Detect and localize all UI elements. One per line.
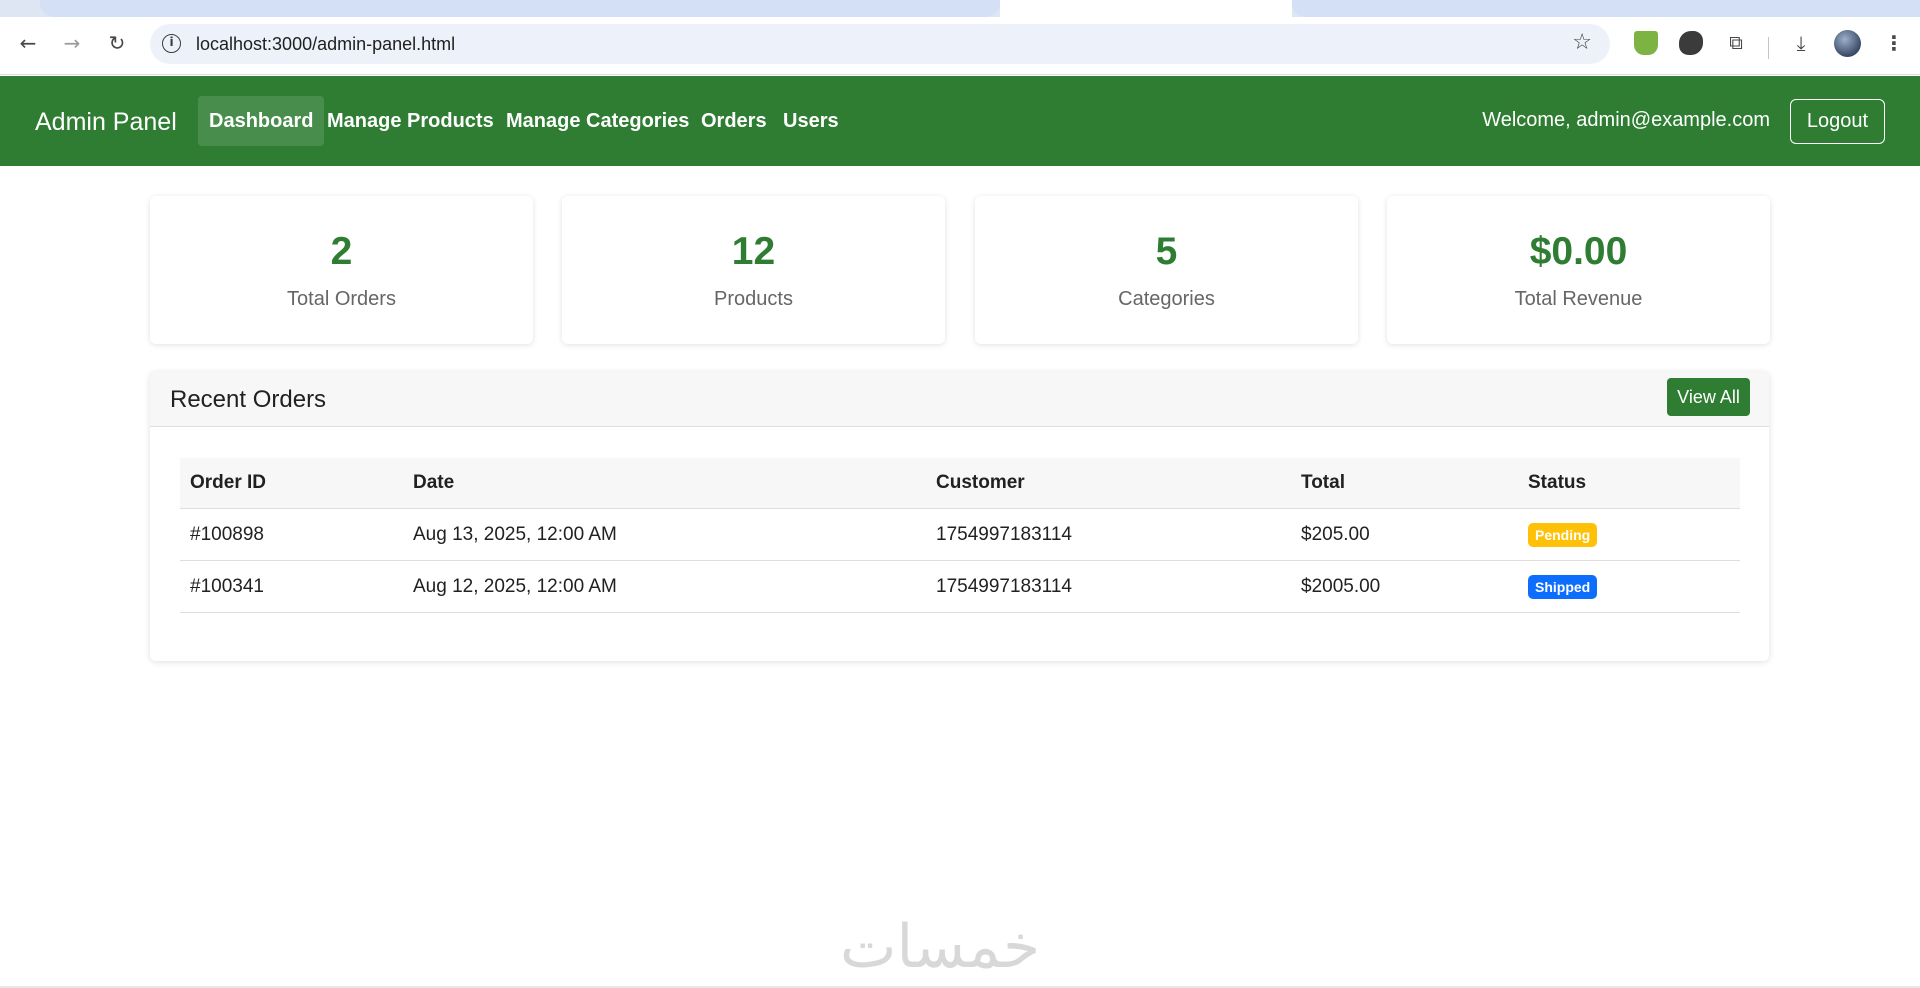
extension-icon[interactable]: [1634, 31, 1658, 55]
address-url[interactable]: localhost:3000/admin-panel.html: [196, 34, 455, 55]
watermark-logo: خمسات: [840, 912, 1041, 982]
column-header-date: Date: [413, 472, 455, 493]
view-all-button[interactable]: View All: [1667, 378, 1750, 416]
site-info-icon[interactable]: i: [162, 34, 181, 53]
stat-label: Products: [714, 288, 793, 310]
total-cell: $205.00: [1301, 523, 1370, 545]
logout-button[interactable]: Logout: [1790, 99, 1885, 144]
column-header-total: Total: [1301, 472, 1345, 493]
table-row[interactable]: #100898 Aug 13, 2025, 12:00 AM 175499718…: [180, 509, 1740, 561]
table-row[interactable]: #100341 Aug 12, 2025, 12:00 AM 175499718…: [180, 561, 1740, 613]
date-cell: Aug 13, 2025, 12:00 AM: [413, 523, 617, 545]
stat-value: $0.00: [1529, 230, 1628, 273]
column-header-status: Status: [1528, 472, 1587, 493]
panel-header: Recent Orders View All: [150, 372, 1769, 427]
status-cell: Pending: [1528, 509, 1598, 560]
browser-toolbar: ← → ↻ i localhost:3000/admin-panel.html …: [0, 17, 1920, 75]
stat-value: 2: [330, 230, 353, 273]
browser-tab[interactable]: [1292, 0, 1920, 17]
stat-card-categories: 5 Categories: [975, 196, 1358, 344]
total-cell: $2005.00: [1301, 575, 1381, 597]
toolbar-divider: [1768, 37, 1769, 59]
customer-cell: 1754997183114: [936, 575, 1072, 597]
brand-title[interactable]: Admin Panel: [35, 108, 177, 137]
stat-label: Total Orders: [287, 288, 396, 310]
panel-title: Recent Orders: [170, 386, 327, 413]
status-cell: Shipped: [1528, 561, 1598, 612]
orders-table: Order ID Date Customer Total Status #100…: [180, 458, 1740, 613]
browser-tab[interactable]: [40, 0, 1000, 17]
recent-orders-panel: Recent Orders View All Order ID Date Cus…: [150, 372, 1769, 661]
customer-cell: 1754997183114: [936, 523, 1072, 545]
stat-value: 12: [731, 230, 776, 273]
table-header-row: Order ID Date Customer Total Status: [180, 458, 1740, 509]
date-cell: Aug 12, 2025, 12:00 AM: [413, 575, 617, 597]
stat-value: 5: [1155, 230, 1178, 273]
order-id-cell: #100341: [190, 575, 264, 597]
menu-kebab-icon[interactable]: ⋮: [1880, 29, 1908, 57]
extensions-puzzle-icon[interactable]: ⧉: [1722, 29, 1750, 57]
extension-icon[interactable]: [1679, 31, 1703, 55]
nav-dashboard[interactable]: Dashboard: [198, 96, 325, 146]
stat-card-total-revenue: $0.00 Total Revenue: [1387, 196, 1770, 344]
status-badge: Pending: [1528, 522, 1598, 547]
forward-icon[interactable]: →: [58, 29, 86, 57]
reload-icon[interactable]: ↻: [103, 29, 131, 57]
nav-orders[interactable]: Orders: [690, 96, 778, 146]
download-icon[interactable]: ⤓: [1787, 29, 1815, 57]
stat-label: Categories: [1118, 288, 1215, 310]
bookmark-star-icon[interactable]: ☆: [1572, 30, 1592, 55]
order-id-cell: #100898: [190, 523, 264, 545]
nav-manage-categories[interactable]: Manage Categories: [495, 96, 700, 146]
browser-tab-active[interactable]: [1000, 0, 1292, 17]
admin-navbar: Admin Panel Dashboard Manage Products Ma…: [0, 76, 1920, 166]
nav-manage-products[interactable]: Manage Products: [316, 96, 505, 146]
welcome-text: Welcome, admin@example.com: [1482, 109, 1770, 131]
nav-users[interactable]: Users: [772, 96, 850, 146]
profile-avatar[interactable]: [1834, 30, 1861, 57]
column-header-customer: Customer: [936, 472, 1025, 493]
address-bar[interactable]: i localhost:3000/admin-panel.html ☆: [150, 24, 1610, 64]
stat-card-products: 12 Products: [562, 196, 945, 344]
column-header-order-id: Order ID: [190, 472, 267, 493]
tab-strip: [0, 0, 1920, 17]
status-badge: Shipped: [1528, 574, 1598, 599]
stat-card-total-orders: 2 Total Orders: [150, 196, 533, 344]
stat-label: Total Revenue: [1514, 288, 1643, 310]
back-icon[interactable]: ←: [14, 29, 42, 57]
